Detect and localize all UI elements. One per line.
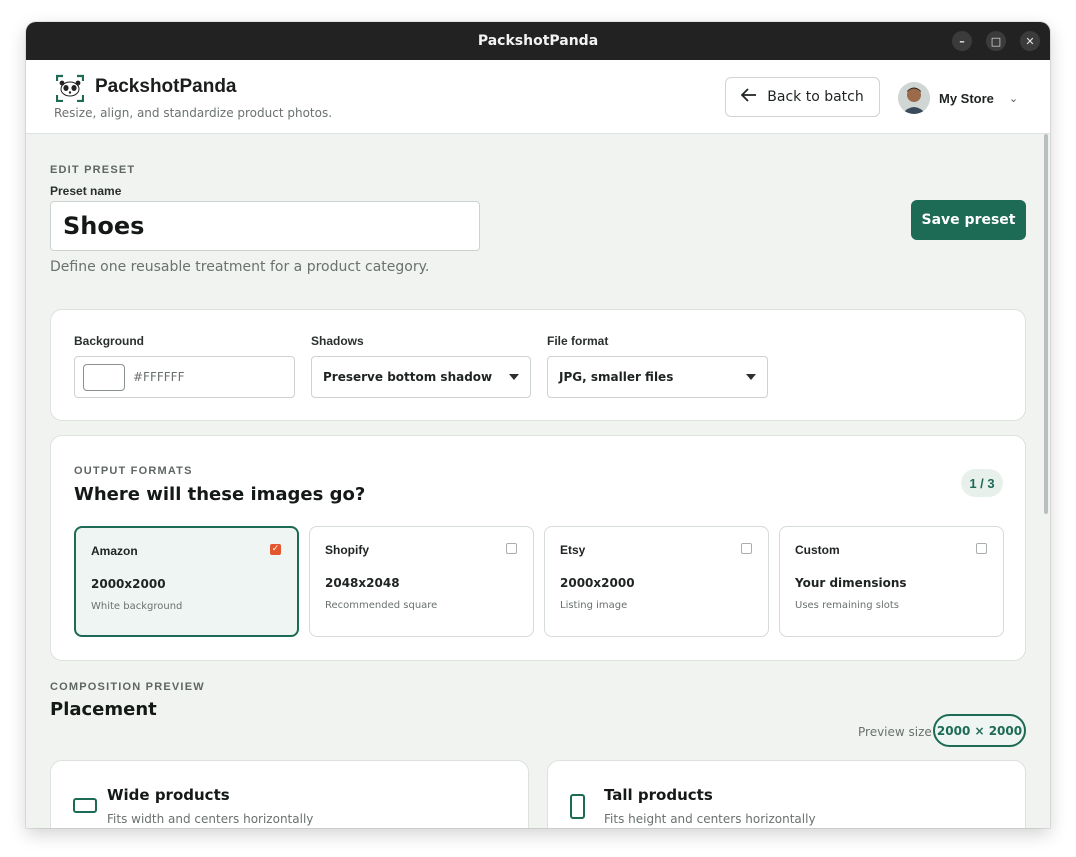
- shadows-select[interactable]: Preserve bottom shadow: [311, 356, 531, 398]
- format-name: Shopify: [325, 543, 369, 557]
- app-window: PackshotPanda – □ ✕ PackshotPanda Resize…: [26, 22, 1050, 828]
- format-note: Uses remaining slots: [795, 600, 899, 611]
- shadows-value: Preserve bottom shadow: [323, 370, 493, 384]
- preset-description: Define one reusable treatment for a prod…: [50, 259, 430, 275]
- background-color-field[interactable]: #FFFFFF: [74, 356, 295, 398]
- back-to-batch-button[interactable]: Back to batch: [725, 77, 880, 117]
- format-option-etsy[interactable]: Etsy 2000x2000 Listing image: [544, 526, 769, 637]
- output-formats-eyebrow: OUTPUT FORMATS: [74, 465, 193, 477]
- format-option-custom[interactable]: Custom Your dimensions Uses remaining sl…: [779, 526, 1004, 637]
- chevron-down-icon: ⌄: [1008, 91, 1019, 105]
- output-formats-title: Where will these images go?: [74, 484, 366, 505]
- placement-title: Placement: [50, 699, 157, 720]
- wide-products-title: Wide products: [107, 786, 230, 804]
- format-option-amazon[interactable]: Amazon ✓ 2000x2000 White background: [74, 526, 299, 637]
- file-format-select[interactable]: JPG, smaller files: [547, 356, 768, 398]
- preview-size-label: Preview size: [858, 725, 932, 739]
- window-controls: – □ ✕: [952, 31, 1040, 51]
- preview-size-selector[interactable]: 2000 × 2000: [933, 714, 1026, 747]
- format-name: Custom: [795, 543, 840, 557]
- checkbox-checked-icon[interactable]: ✓: [270, 544, 281, 555]
- window-titlebar: PackshotPanda – □ ✕: [26, 22, 1050, 60]
- checkbox-icon[interactable]: [506, 543, 517, 554]
- file-format-value: JPG, smaller files: [559, 370, 674, 384]
- selected-count-badge: 1 / 3: [961, 469, 1003, 497]
- edit-preset-eyebrow: EDIT PRESET: [50, 164, 136, 176]
- caret-down-icon: [509, 374, 519, 380]
- editor-content: EDIT PRESET Preset name Shoes Save prese…: [26, 134, 1050, 828]
- shadows-label: Shadows: [311, 334, 364, 348]
- wide-rectangle-icon: [73, 798, 97, 818]
- composition-eyebrow: COMPOSITION PREVIEW: [50, 681, 205, 693]
- window-title: PackshotPanda: [477, 33, 599, 49]
- format-name: Amazon: [91, 544, 138, 558]
- tall-products-title: Tall products: [604, 786, 713, 804]
- format-dimensions: 2048x2048: [325, 576, 400, 590]
- tall-rectangle-icon: [570, 794, 586, 824]
- brand-tagline: Resize, align, and standardize product p…: [54, 106, 333, 120]
- settings-card: Background #FFFFFF Shadows Preserve bott…: [50, 309, 1026, 421]
- format-dimensions: 2000x2000: [560, 576, 635, 590]
- format-note: Recommended square: [325, 600, 438, 611]
- back-to-batch-label: Back to batch: [767, 89, 864, 105]
- format-option-shopify[interactable]: Shopify 2048x2048 Recommended square: [309, 526, 534, 637]
- format-note: White background: [91, 601, 183, 612]
- avatar: [898, 82, 930, 114]
- minimize-button[interactable]: –: [952, 31, 972, 51]
- background-label: Background: [74, 334, 145, 348]
- output-formats-card: OUTPUT FORMATS Where will these images g…: [50, 435, 1026, 661]
- file-format-label: File format: [547, 334, 609, 348]
- store-name: My Store: [939, 90, 994, 106]
- caret-down-icon: [746, 374, 756, 380]
- maximize-button[interactable]: □: [986, 31, 1006, 51]
- preset-name-value: Shoes: [63, 212, 145, 240]
- wide-products-card: Wide products Fits width and centers hor…: [50, 760, 529, 828]
- preset-name-input[interactable]: Shoes: [50, 201, 480, 251]
- preset-name-label: Preset name: [50, 184, 122, 198]
- wide-products-desc: Fits width and centers horizontally: [107, 812, 314, 826]
- background-hex-value: #FFFFFF: [133, 370, 185, 384]
- format-dimensions: 2000x2000: [91, 577, 166, 591]
- close-button[interactable]: ✕: [1020, 31, 1040, 51]
- color-swatch[interactable]: [83, 363, 125, 391]
- tall-products-desc: Fits height and centers horizontally: [604, 812, 816, 826]
- format-name: Etsy: [560, 543, 586, 557]
- tall-products-card: Tall products Fits height and centers ho…: [547, 760, 1026, 828]
- panda-logo-icon: [55, 74, 85, 103]
- save-preset-button[interactable]: Save preset: [911, 200, 1026, 240]
- format-note: Listing image: [560, 600, 628, 611]
- arrow-left-icon: [740, 88, 757, 106]
- checkbox-icon[interactable]: [976, 543, 987, 554]
- checkbox-icon[interactable]: [741, 543, 752, 554]
- store-switcher[interactable]: My Store ⌄: [898, 82, 1018, 114]
- format-dimensions: Your dimensions: [795, 576, 907, 590]
- brand-name: PackshotPanda: [95, 76, 237, 97]
- app-header: PackshotPanda Resize, align, and standar…: [26, 60, 1050, 134]
